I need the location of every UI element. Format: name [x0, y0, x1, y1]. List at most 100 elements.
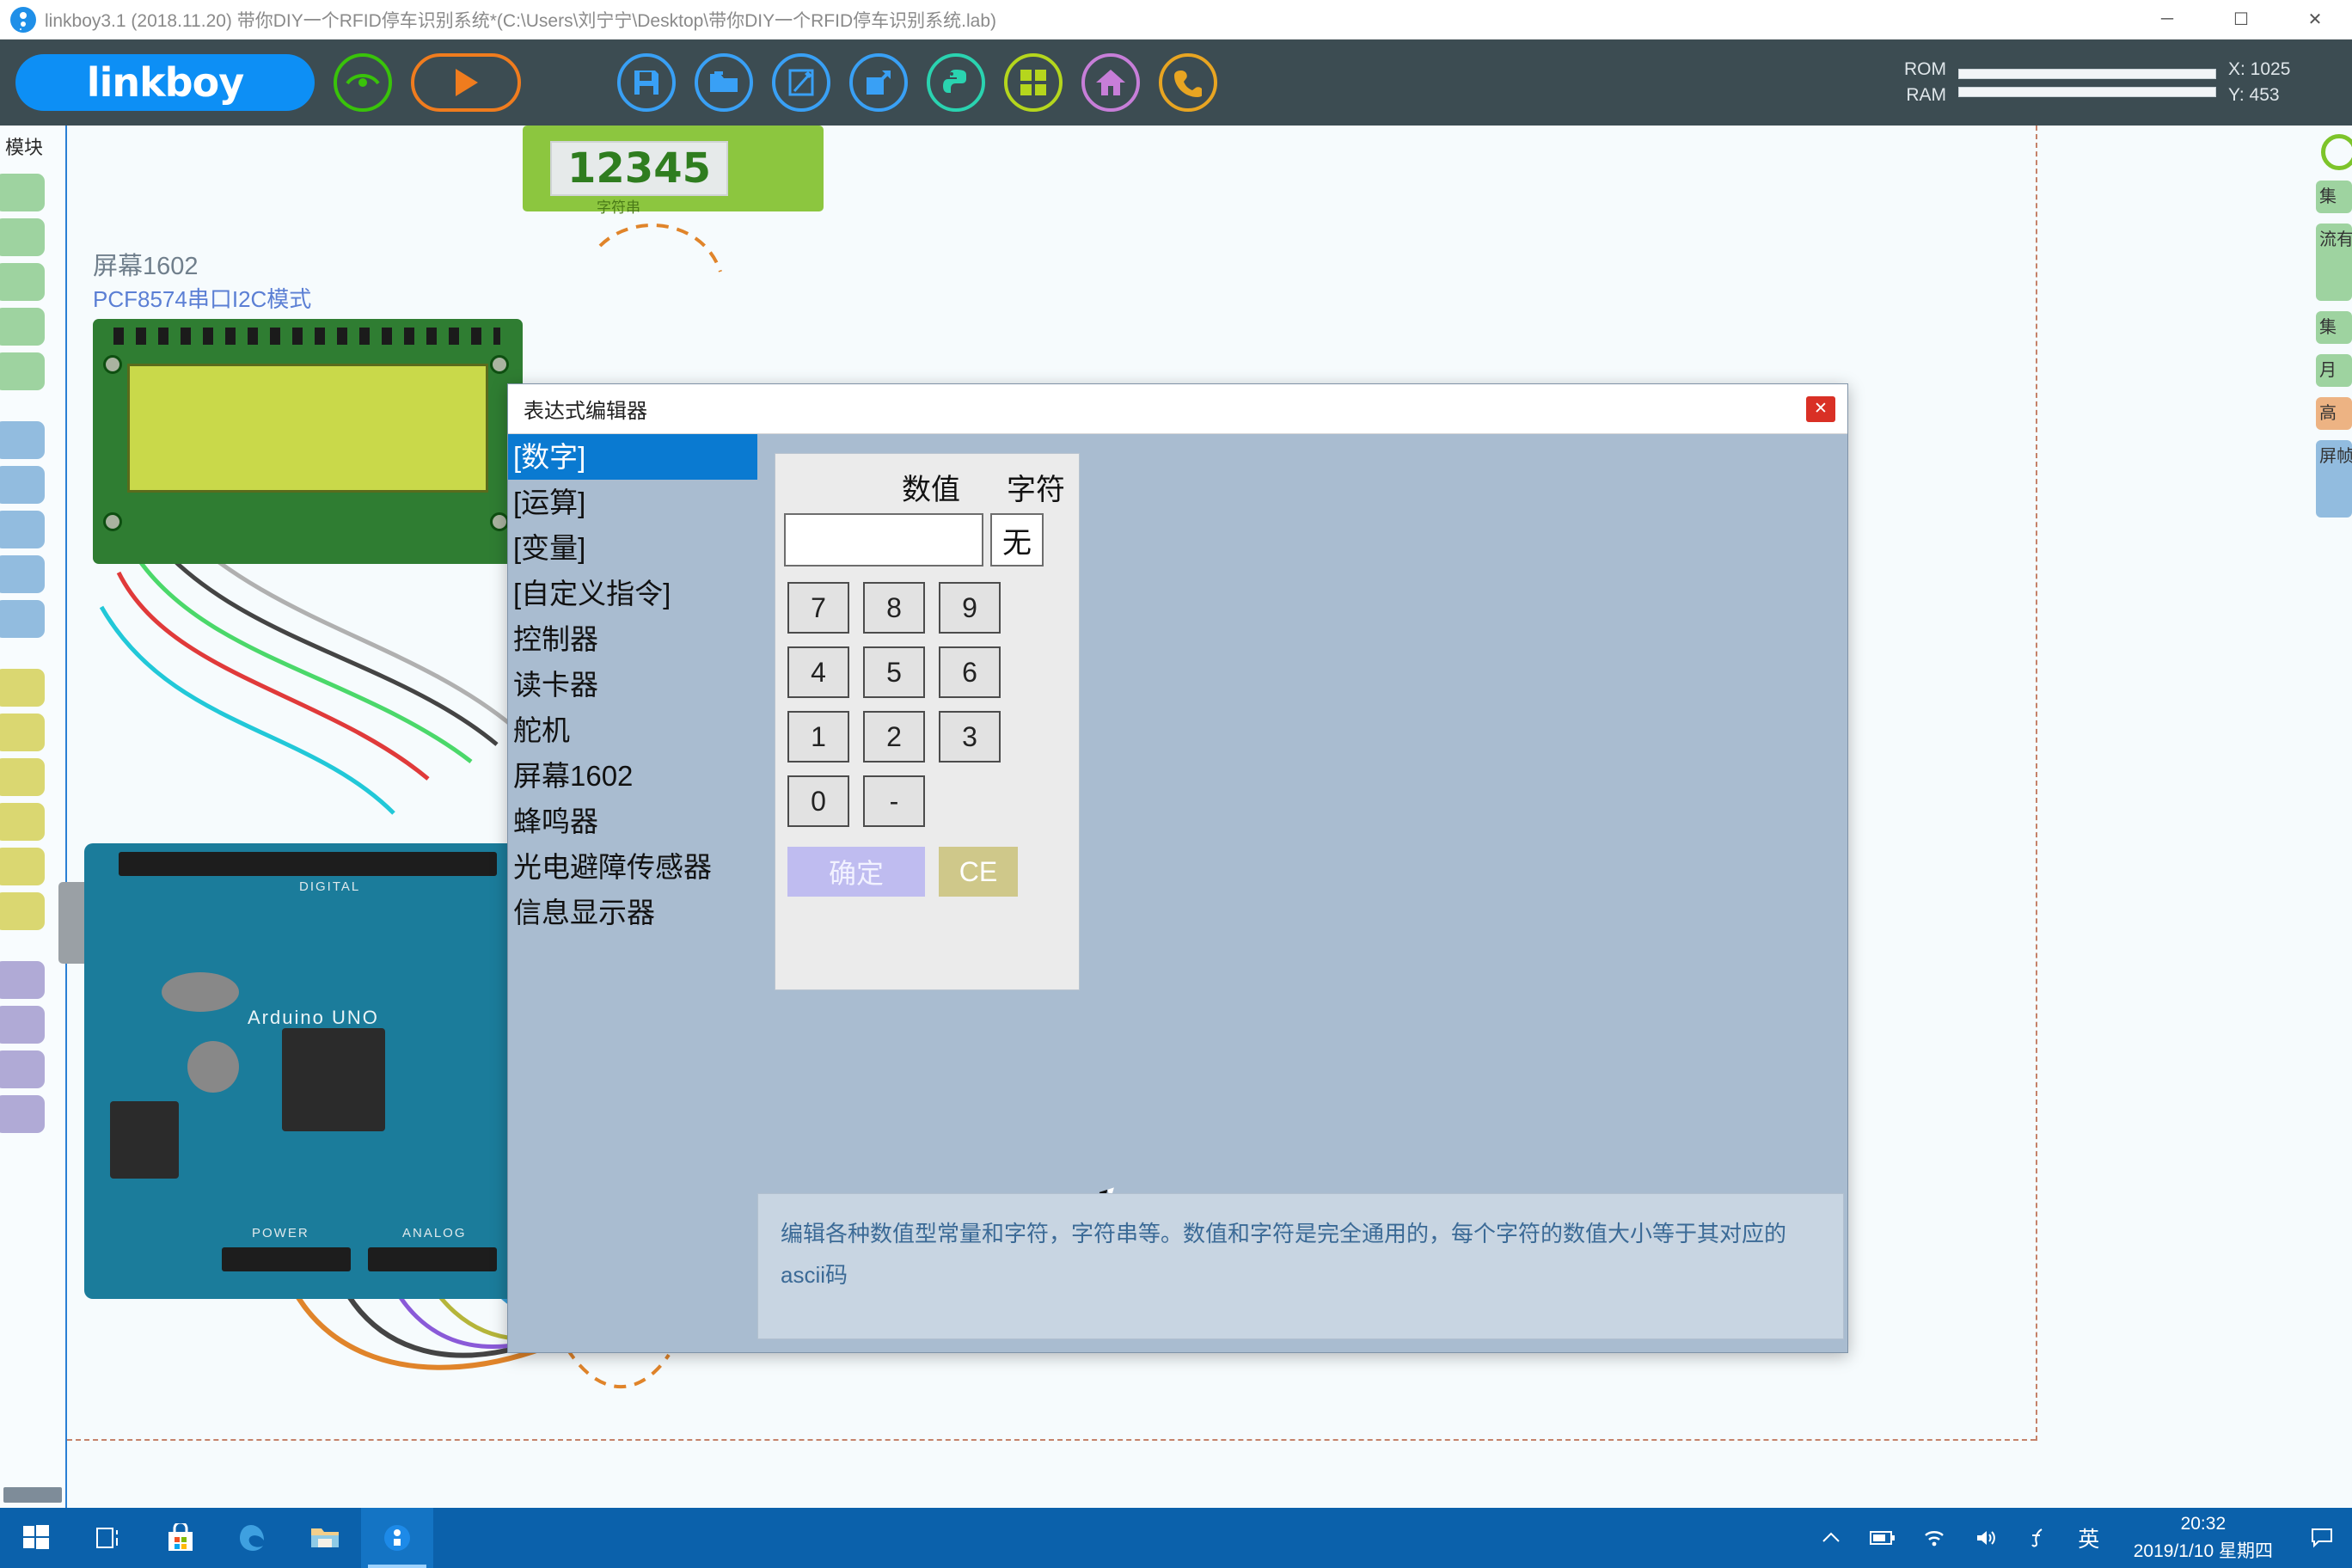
edge-browser-button[interactable] — [217, 1508, 289, 1568]
category-item-buzzer[interactable]: 蜂鸣器 — [508, 799, 757, 844]
dialog-close-button[interactable]: ✕ — [1806, 395, 1835, 422]
key-7[interactable]: 7 — [787, 582, 849, 634]
category-list[interactable]: [数字] [运算] [变量] [自定义指令] 控制器 读卡器 舵机 屏幕1602… — [508, 434, 757, 1350]
category-item-operator[interactable]: [运算] — [508, 480, 757, 525]
key-9[interactable]: 9 — [939, 582, 1001, 634]
module-block[interactable] — [0, 961, 45, 999]
right-panel[interactable]: 集 流有 集 月 高 屏帧 — [2309, 126, 2352, 1508]
right-panel-block[interactable]: 集 — [2316, 181, 2352, 213]
category-item-controller[interactable]: 控制器 — [508, 616, 757, 662]
key-8[interactable]: 8 — [863, 582, 925, 634]
module-block[interactable] — [0, 758, 45, 796]
category-item-servo[interactable]: 舵机 — [508, 707, 757, 753]
module-block[interactable] — [0, 174, 45, 211]
module-block[interactable] — [0, 1050, 45, 1088]
arduino-uno-board[interactable]: DIGITAL POWER ANALOG Arduino UNO — [84, 843, 531, 1299]
category-item-variable[interactable]: [变量] — [508, 525, 757, 571]
export-icon[interactable] — [849, 53, 908, 112]
key-minus[interactable]: - — [863, 775, 925, 827]
module-block[interactable] — [0, 308, 45, 346]
module-block[interactable] — [0, 669, 45, 707]
right-panel-block[interactable]: 月 — [2316, 354, 2352, 387]
windows-taskbar: 英 20:32 2019/1/10 星期四 — [0, 1508, 2352, 1568]
keypad-actions: 确定 CE — [775, 840, 1079, 897]
category-item-card-reader[interactable]: 读卡器 — [508, 662, 757, 707]
key-3[interactable]: 3 — [939, 711, 1001, 763]
right-panel-block[interactable]: 流有 — [2316, 224, 2352, 301]
key-2[interactable]: 2 — [863, 711, 925, 763]
key-1[interactable]: 1 — [787, 711, 849, 763]
volume-icon[interactable] — [1960, 1508, 2012, 1568]
linkboy-app-button[interactable] — [361, 1508, 433, 1568]
module-block[interactable] — [0, 600, 45, 638]
board-name-label: Arduino UNO — [248, 1007, 379, 1028]
microsoft-store-button[interactable] — [144, 1508, 217, 1568]
sidebar-scrollbar[interactable] — [3, 1487, 62, 1503]
ime-language-icon[interactable]: 英 — [2063, 1508, 2115, 1568]
save-icon[interactable] — [617, 53, 676, 112]
module-block[interactable] — [0, 1006, 45, 1044]
expression-editor-dialog[interactable]: 表达式编辑器 ✕ [数字] [运算] [变量] [自定义指令] 控制器 读卡器 … — [507, 383, 1848, 1353]
module-block[interactable] — [0, 218, 45, 256]
maximize-button[interactable]: ☐ — [2204, 0, 2278, 40]
minimize-button[interactable]: ─ — [2130, 0, 2204, 40]
lcd1602-component[interactable] — [93, 319, 523, 564]
preview-eye-icon[interactable] — [334, 53, 392, 112]
action-center-button[interactable] — [2292, 1508, 2352, 1568]
value-input[interactable] — [784, 513, 983, 567]
sidebar-group-yellow[interactable] — [0, 669, 65, 930]
key-0[interactable]: 0 — [787, 775, 849, 827]
close-button[interactable]: ✕ — [2278, 0, 2352, 40]
module-block[interactable] — [0, 263, 45, 301]
wifi-icon[interactable] — [1908, 1508, 1960, 1568]
lcd-screen — [127, 364, 488, 493]
run-play-icon[interactable] — [411, 53, 521, 112]
right-panel-block[interactable]: 高 — [2316, 397, 2352, 430]
sidebar-group-purple[interactable] — [0, 961, 65, 1133]
right-panel-block[interactable]: 屏帧 — [2316, 440, 2352, 518]
node-value[interactable]: 12345 — [550, 141, 728, 196]
sidebar-divider — [0, 390, 65, 414]
rom-label: ROM — [1904, 59, 1946, 79]
module-block[interactable] — [0, 714, 45, 751]
home-icon[interactable] — [1081, 53, 1140, 112]
task-view-button[interactable] — [72, 1508, 144, 1568]
key-4[interactable]: 4 — [787, 646, 849, 698]
number-keypad-panel[interactable]: 数值 字符 无 7 8 9 4 5 6 1 2 3 0 - 确定 CE — [775, 453, 1080, 990]
module-block[interactable] — [0, 466, 45, 504]
string-constant-node[interactable]: 12345 字符串 — [523, 126, 824, 216]
edit-note-icon[interactable] — [772, 53, 830, 112]
start-button[interactable] — [0, 1508, 72, 1568]
module-block[interactable] — [0, 421, 45, 459]
right-panel-block[interactable]: 集 — [2316, 311, 2352, 344]
sidebar-group-blue[interactable] — [0, 421, 65, 638]
pen-icon[interactable] — [2012, 1508, 2063, 1568]
category-item-screen1602[interactable]: 屏幕1602 — [508, 753, 757, 799]
module-block[interactable] — [0, 803, 45, 841]
module-block[interactable] — [0, 848, 45, 885]
module-block[interactable] — [0, 511, 45, 548]
file-explorer-button[interactable] — [289, 1508, 361, 1568]
show-hidden-icons-button[interactable] — [1805, 1508, 1857, 1568]
sidebar-group-green[interactable] — [0, 174, 65, 390]
battery-icon[interactable] — [1857, 1508, 1908, 1568]
key-5[interactable]: 5 — [863, 646, 925, 698]
category-item-custom-command[interactable]: [自定义指令] — [508, 571, 757, 616]
clear-entry-button[interactable]: CE — [939, 847, 1018, 897]
open-folder-icon[interactable] — [695, 53, 753, 112]
module-block[interactable] — [0, 352, 45, 390]
category-item-info-display[interactable]: 信息显示器 — [508, 890, 757, 935]
phone-icon[interactable] — [1159, 53, 1217, 112]
python-icon[interactable] — [927, 53, 985, 112]
taskbar-clock[interactable]: 20:32 2019/1/10 星期四 — [2115, 1510, 2292, 1565]
module-block[interactable] — [0, 892, 45, 930]
grid-modules-icon[interactable] — [1004, 53, 1063, 112]
category-item-obstacle-sensor[interactable]: 光电避障传感器 — [508, 844, 757, 890]
key-6[interactable]: 6 — [939, 646, 1001, 698]
module-block[interactable] — [0, 555, 45, 593]
module-block[interactable] — [0, 1095, 45, 1133]
category-item-number[interactable]: [数字] — [508, 434, 757, 480]
confirm-button[interactable]: 确定 — [787, 847, 925, 897]
module-sidebar[interactable]: 模块 — [0, 126, 67, 1508]
char-select[interactable]: 无 — [990, 513, 1044, 567]
